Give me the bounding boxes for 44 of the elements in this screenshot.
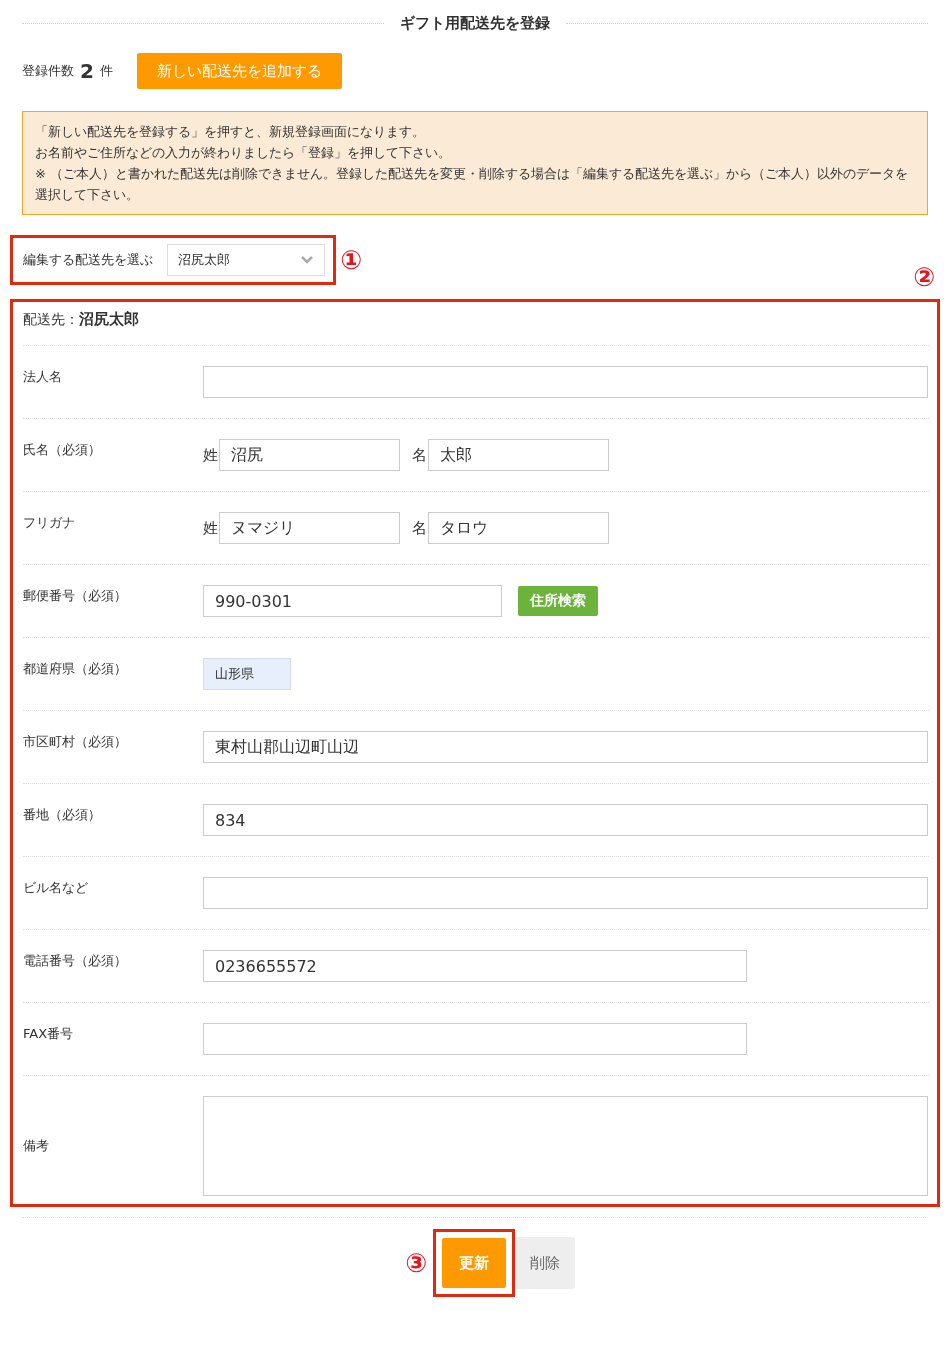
input-field[interactable]: タロウ: [428, 512, 609, 544]
annotation-number: ②: [913, 264, 935, 290]
count-unit: 件: [99, 62, 113, 80]
field-label: 都道府県（必須）: [23, 660, 128, 678]
notice-text: 「新しい配送先を登録する」を押すと、新規登録画面になります。: [35, 123, 426, 141]
chevron-down-icon: [300, 255, 314, 265]
count-value: 2: [80, 59, 94, 83]
field-label: ビル名など: [23, 879, 89, 897]
input-field[interactable]: [203, 366, 928, 398]
input-field[interactable]: 0236655572: [203, 950, 747, 982]
field-label: 備考: [23, 1137, 50, 1155]
page-title: ギフト用配送先を登録: [400, 14, 550, 33]
field-label: 電話番号（必須）: [23, 952, 128, 970]
recipient-label: 配送先：: [23, 311, 79, 327]
input-field[interactable]: [203, 1023, 747, 1055]
recipient-name: 沼尻太郎: [79, 310, 139, 328]
name-part-label: 姓: [203, 518, 218, 538]
input-field[interactable]: ヌマジリ: [219, 512, 400, 544]
input-field[interactable]: 東村山郡山辺町山辺: [203, 731, 928, 763]
field-label: FAX番号: [23, 1025, 75, 1043]
field-label: 法人名: [23, 368, 63, 386]
name-part-label: 名: [412, 518, 427, 538]
notice-text: ※ （ご本人）と書かれた配送先は削除できません。登録した配送先を変更・削除する場合は「編集する配送先を選ぶ」から（ご本人）以外のデータを選択して下さい。: [35, 165, 910, 204]
notice-text: お名前やご住所などの入力が終わりましたら「登録」を押して下さい。: [35, 144, 452, 162]
input-field[interactable]: 沼尻: [219, 439, 400, 471]
address-select[interactable]: 沼尻太郎: [167, 244, 325, 276]
delete-button[interactable]: 削除: [515, 1237, 575, 1289]
input-field[interactable]: 834: [203, 804, 928, 836]
notes-field[interactable]: [203, 1096, 928, 1196]
input-field[interactable]: [203, 877, 928, 909]
selector-label: 編集する配送先を選ぶ: [23, 251, 153, 269]
field-label: 郵便番号（必須）: [23, 587, 128, 605]
field-label: フリガナ: [23, 514, 76, 532]
name-part-label: 姓: [203, 445, 218, 465]
annotation-number: ①: [340, 247, 362, 273]
field-label: 番地（必須）: [23, 806, 102, 824]
input-field[interactable]: 太郎: [428, 439, 609, 471]
count-label: 登録件数: [22, 62, 74, 80]
prefecture-value: 山形県: [203, 658, 291, 690]
input-field[interactable]: 990-0301: [203, 585, 502, 617]
field-label: 市区町村（必須）: [23, 733, 128, 751]
field-label: 氏名（必須）: [23, 441, 102, 459]
name-part-label: 名: [412, 445, 427, 465]
annotation-number: ③: [405, 1250, 427, 1276]
